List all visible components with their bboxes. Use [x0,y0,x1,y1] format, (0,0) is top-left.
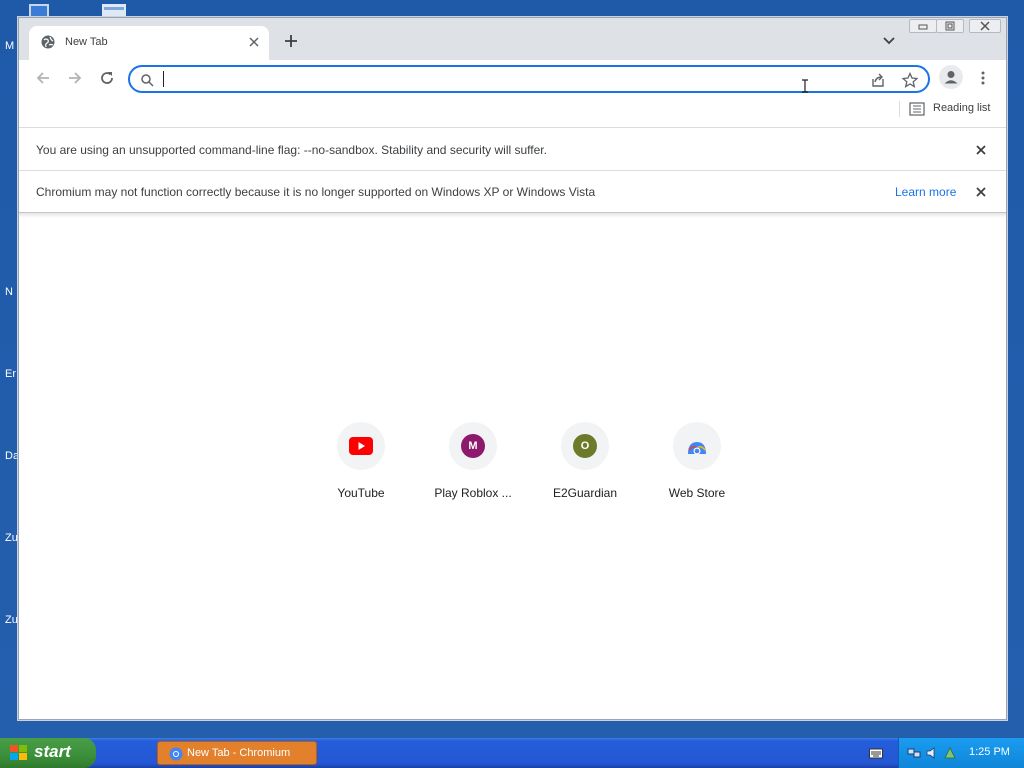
restore-icon [945,21,955,31]
reading-list-label: Reading list [933,102,991,114]
taskbar: start New Tab - Chromium 1:25 PM [0,738,1024,768]
divider [899,101,900,117]
close-infobar-icon[interactable] [974,143,988,157]
tab-strip: New Tab [19,18,1006,60]
start-button[interactable]: start [0,738,96,768]
clock[interactable]: 1:25 PM [969,746,1010,758]
tile-icon-background [673,422,721,470]
tile-icon-background [337,422,385,470]
kebab-menu-icon[interactable] [977,70,989,86]
taskbar-item-chromium[interactable]: New Tab - Chromium [157,741,317,765]
tile-label: YouTube [337,486,385,500]
keyboard-icon[interactable] [869,747,883,759]
infobar-message: You are using an unsupported command-lin… [36,143,547,157]
toolbar [19,60,1006,96]
close-infobar-icon[interactable] [974,185,988,199]
folder-icon[interactable] [100,2,128,18]
new-tab-plus-icon[interactable] [283,33,299,49]
reload-icon[interactable] [98,69,116,87]
shortcut-tile-web-store[interactable]: Web Store [645,420,749,510]
network-icon[interactable] [907,746,921,760]
shortcut-tile-youtube[interactable]: YouTube [309,420,413,510]
tab-new-tab[interactable]: New Tab [29,26,269,60]
letter-badge-icon: M [461,434,485,458]
bookmark-star-icon[interactable] [902,72,918,88]
omnibox[interactable] [128,65,930,93]
sandbox-warning-infobar: You are using an unsupported command-lin… [19,129,1006,171]
tile-label: E2Guardian [552,486,618,500]
back-arrow-icon[interactable] [34,69,52,87]
address-input[interactable] [162,70,842,88]
close-window-button[interactable] [969,19,1001,33]
text-caret [163,71,164,87]
desktop-icon-label[interactable]: Zu [5,614,17,626]
forward-arrow-icon[interactable] [66,69,84,87]
person-icon [944,71,958,84]
maximize-button[interactable] [936,19,964,33]
shortcut-tile-play-roblox[interactable]: M Play Roblox ... [421,420,525,510]
windows-logo-icon [10,745,27,760]
bookmark-bar: Reading list [19,96,1006,128]
minimize-icon [918,24,928,30]
unsupported-os-infobar: Chromium may not function correctly beca… [19,171,1006,213]
shortcut-tile-e2guardian[interactable]: O E2Guardian [533,420,637,510]
tab-search-chevron-icon[interactable] [882,36,896,46]
desktop-icon-label[interactable]: Da [5,450,17,462]
web-store-icon [688,442,706,455]
minimize-button[interactable] [909,19,937,33]
desktop-icon-label[interactable]: M [5,40,17,52]
close-icon [980,21,990,31]
tile-icon-background: O [561,422,609,470]
start-label: start [34,742,71,761]
infobar-shadow [19,212,1006,218]
safely-remove-hardware-icon[interactable] [943,746,957,760]
desktop-icon-label[interactable]: Zu [5,532,17,544]
profile-avatar-button[interactable] [939,65,963,89]
globe-icon [41,35,55,49]
tile-label: Web Store [668,486,726,500]
chromium-icon [169,747,183,761]
learn-more-link[interactable]: Learn more [895,185,956,199]
infobar-message: Chromium may not function correctly beca… [36,185,596,199]
close-tab-icon[interactable] [247,35,261,49]
share-icon[interactable] [870,72,886,88]
youtube-icon [349,437,373,455]
my-computer-icon[interactable] [25,2,53,18]
desktop-icon-label[interactable]: Er [5,368,17,380]
letter-badge-icon: O [573,434,597,458]
reading-list-icon [909,102,925,116]
volume-icon[interactable] [925,746,939,760]
text-cursor-icon [802,79,808,93]
taskbar-item-label: New Tab - Chromium [187,747,291,759]
desktop-icon-label[interactable]: N [5,286,17,298]
tab-title: New Tab [65,36,108,48]
tile-icon-background: M [449,422,497,470]
tile-label: Play Roblox ... [434,486,512,500]
search-icon [141,74,154,87]
shortcut-tiles: YouTube M Play Roblox ... O E2Guardian W… [309,420,769,510]
system-tray: 1:25 PM [898,738,1024,768]
browser-window: New Tab Reading list You are using an un… [18,17,1007,720]
